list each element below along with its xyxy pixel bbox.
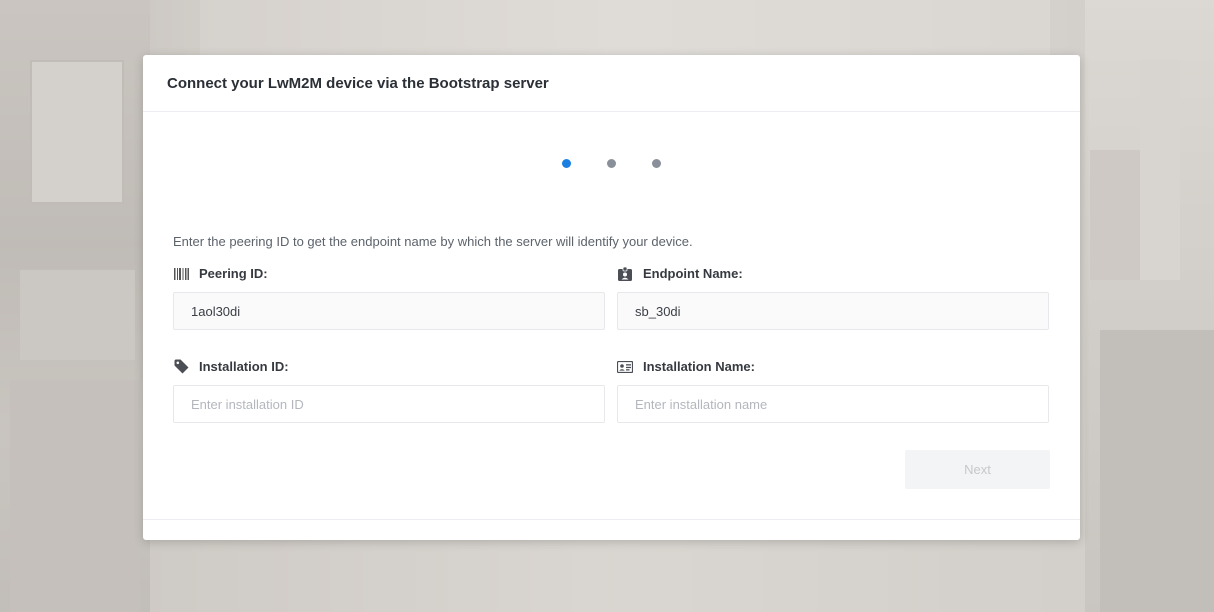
peering-id-label: Peering ID: bbox=[173, 266, 268, 281]
peering-id-input[interactable] bbox=[173, 292, 605, 330]
modal-header: Connect your LwM2M device via the Bootst… bbox=[143, 55, 1080, 112]
modal-title: Connect your LwM2M device via the Bootst… bbox=[167, 74, 549, 92]
installation-name-label-text: Installation Name: bbox=[643, 359, 755, 374]
endpoint-name-input[interactable] bbox=[617, 292, 1049, 330]
step-dot-1-active bbox=[562, 159, 571, 168]
step-indicator bbox=[143, 159, 1080, 168]
installation-id-label: Installation ID: bbox=[173, 359, 289, 374]
installation-id-input[interactable] bbox=[173, 385, 605, 423]
id-badge-icon bbox=[617, 266, 633, 281]
bootstrap-connect-modal: Connect your LwM2M device via the Bootst… bbox=[143, 55, 1080, 540]
id-card-icon bbox=[617, 360, 633, 374]
modal-footer-divider bbox=[143, 519, 1080, 520]
endpoint-name-label: Endpoint Name: bbox=[617, 266, 743, 281]
step-dot-3 bbox=[652, 159, 661, 168]
step-dot-2 bbox=[607, 159, 616, 168]
step-description: Enter the peering ID to get the endpoint… bbox=[173, 234, 693, 249]
installation-name-label: Installation Name: bbox=[617, 359, 755, 374]
next-button[interactable]: Next bbox=[905, 450, 1050, 489]
installation-name-input[interactable] bbox=[617, 385, 1049, 423]
tag-icon bbox=[173, 359, 189, 374]
installation-id-label-text: Installation ID: bbox=[199, 359, 289, 374]
barcode-icon bbox=[173, 267, 189, 281]
peering-id-label-text: Peering ID: bbox=[199, 266, 268, 281]
endpoint-name-label-text: Endpoint Name: bbox=[643, 266, 743, 281]
